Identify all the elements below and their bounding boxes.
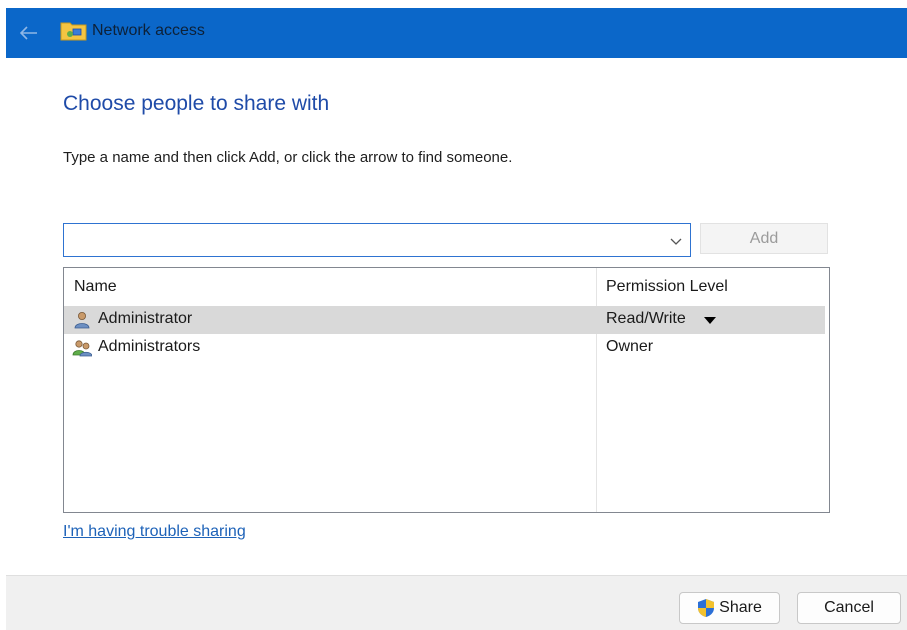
name-input[interactable] xyxy=(69,227,659,253)
cancel-button[interactable]: Cancel xyxy=(797,592,901,624)
trouble-sharing-link[interactable]: I'm having trouble sharing xyxy=(63,523,246,541)
chevron-down-icon[interactable] xyxy=(668,233,684,249)
back-button[interactable] xyxy=(14,18,44,48)
page-heading: Choose people to share with xyxy=(63,92,330,115)
list-row-administrators[interactable]: Administrators Owner xyxy=(64,334,825,362)
list-row-administrator[interactable]: Administrator Read/Write xyxy=(64,306,825,334)
name-combobox[interactable] xyxy=(63,223,691,257)
add-button[interactable]: Add xyxy=(700,223,828,254)
row-permission-dropdown[interactable]: Read/Write xyxy=(606,310,686,328)
user-group-icon xyxy=(72,340,92,357)
sharing-list: Name Permission Level Administrator Read… xyxy=(63,267,830,513)
share-button-label: Share xyxy=(719,599,762,616)
column-header-name[interactable]: Name xyxy=(74,278,117,296)
row-permission: Owner xyxy=(606,338,654,355)
title-bar: Network access xyxy=(6,8,907,58)
network-folder-icon xyxy=(60,22,87,41)
caret-down-icon[interactable] xyxy=(704,317,716,324)
back-arrow-icon xyxy=(20,26,37,40)
instruction-text: Type a name and then click Add, or click… xyxy=(63,149,513,166)
row-name: Administrator xyxy=(98,310,193,327)
list-header: Name Permission Level xyxy=(64,268,829,306)
row-name: Administrators xyxy=(98,338,201,355)
user-icon xyxy=(74,312,90,329)
uac-shield-icon xyxy=(698,599,715,617)
dialog-footer: Share Cancel xyxy=(6,575,907,630)
window-title: Network access xyxy=(92,22,205,39)
column-header-permission[interactable]: Permission Level xyxy=(606,278,728,296)
share-button[interactable]: Share xyxy=(679,592,780,624)
content-area: Choose people to share with Type a name … xyxy=(6,58,907,575)
